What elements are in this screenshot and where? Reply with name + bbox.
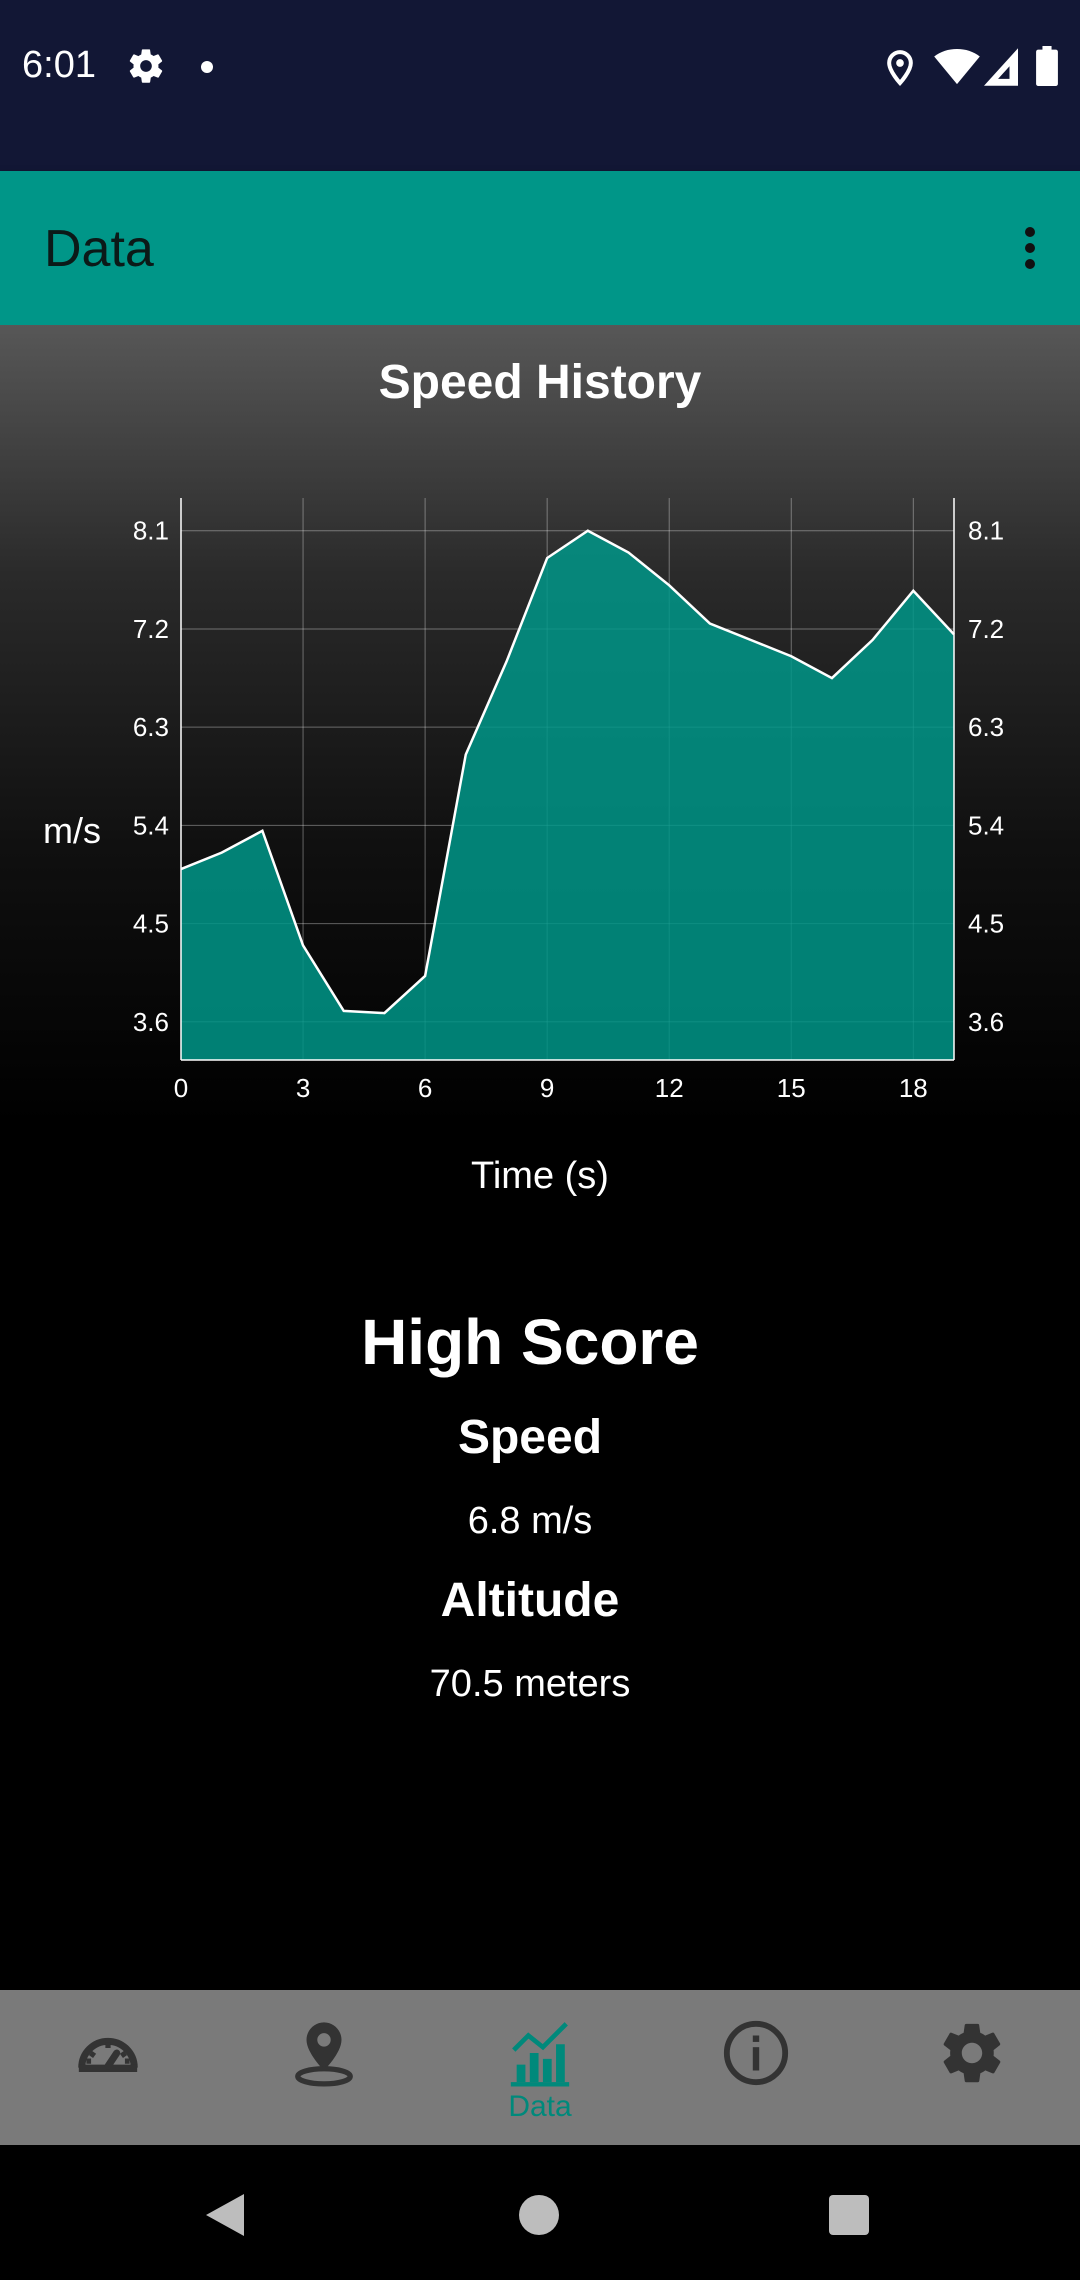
x-tick-label: 9 xyxy=(540,1073,554,1103)
status-time: 6:01 xyxy=(22,44,96,86)
status-bar: 6:01 xyxy=(0,0,1080,171)
y-tick-label-left: 4.5 xyxy=(133,909,169,939)
high-score-title: High Score xyxy=(361,1306,699,1378)
cell-signal-icon xyxy=(984,48,1018,86)
y-tick-label-left: 5.4 xyxy=(133,810,169,840)
y-tick-label-left: 3.6 xyxy=(133,1007,169,1037)
y-tick-label-right: 3.6 xyxy=(968,1007,1004,1037)
y-tick-label-right: 4.5 xyxy=(968,909,1004,939)
data-screen: Speed History 3.6 3.6 4.5 4.5 5.4 5.4 6.3 6.3 7.… xyxy=(0,325,1080,1990)
app-bar: Data xyxy=(0,171,1080,325)
nav-item-map[interactable] xyxy=(249,1990,399,2145)
x-tick-label: 6 xyxy=(418,1073,432,1103)
gear-icon xyxy=(943,2023,1001,2083)
y-tick-label-left: 7.2 xyxy=(133,614,169,644)
speed-label: Speed xyxy=(457,1411,603,1464)
x-tick-label: 18 xyxy=(899,1073,928,1103)
altitude-value: 70.5 meters xyxy=(429,1663,631,1705)
system-navigation-bar xyxy=(0,2145,1080,2280)
x-tick-label: 3 xyxy=(296,1073,310,1103)
x-axis-label: Time (s) xyxy=(471,1155,609,1197)
y-axis-label: m/s xyxy=(43,810,101,851)
speedometer-icon xyxy=(78,2037,138,2072)
wifi-icon xyxy=(934,48,980,85)
y-tick-label-left: 6.3 xyxy=(133,712,169,742)
speed-history-chart: 3.6 3.6 4.5 4.5 5.4 5.4 6.3 6.3 7.2 7.2 8.1 8.1 0 3 6 9… xyxy=(43,498,1004,1197)
speed-area-fill xyxy=(181,530,954,1060)
y-tick-label-right: 8.1 xyxy=(968,516,1004,546)
home-icon[interactable] xyxy=(519,2195,559,2235)
nav-item-data[interactable]: Data xyxy=(465,1990,615,2145)
settings-notification-icon xyxy=(129,49,163,83)
x-tick-label: 12 xyxy=(655,1073,684,1103)
y-tick-label-right: 6.3 xyxy=(968,712,1004,742)
location-icon xyxy=(887,50,913,86)
more-options-icon[interactable] xyxy=(1000,213,1040,283)
y-tick-label-right: 7.2 xyxy=(968,614,1004,644)
nav-item-info[interactable] xyxy=(681,1990,831,2145)
map-pin-icon xyxy=(295,2022,353,2087)
nav-label-data: Data xyxy=(508,2090,572,2123)
battery-icon xyxy=(1036,46,1058,86)
page-title: Data xyxy=(44,220,154,278)
y-tick-label-left: 8.1 xyxy=(133,516,169,546)
bottom-navigation: Data xyxy=(0,1990,1080,2145)
speed-value: 6.8 m/s xyxy=(467,1500,593,1542)
altitude-label: Altitude xyxy=(440,1574,620,1627)
x-tick-label: 0 xyxy=(174,1073,188,1103)
info-icon xyxy=(723,2020,789,2086)
nav-item-settings[interactable] xyxy=(897,1990,1047,2145)
y-tick-label-right: 5.4 xyxy=(968,810,1004,840)
notification-dot-icon xyxy=(201,61,213,73)
x-tick-label: 15 xyxy=(777,1073,806,1103)
back-icon[interactable] xyxy=(204,2192,246,2238)
bar-chart-icon xyxy=(510,2022,570,2087)
nav-item-speed[interactable] xyxy=(33,1990,183,2145)
recent-apps-icon[interactable] xyxy=(829,2195,869,2235)
